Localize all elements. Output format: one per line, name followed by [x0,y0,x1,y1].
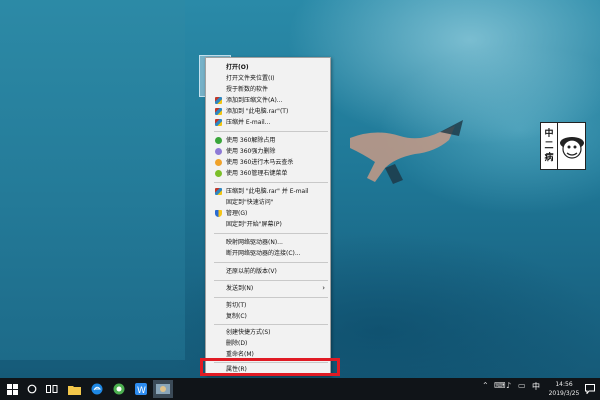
menu-item-create-shortcut[interactable]: 创建快捷方式(S) [206,327,330,338]
volume-icon[interactable]: ♪ [506,381,511,390]
menu-item-label: 删除(D) [226,340,248,347]
battery-icon[interactable]: ▭ [518,381,526,390]
rar-icon [215,97,222,104]
rar-icon [215,108,222,115]
menu-item-360-delete[interactable]: 使用 360强力删除 [206,146,330,157]
menu-item-label: 添加到 "此电脑.rar"(T) [226,108,289,115]
menu-separator [214,182,328,183]
menu-item-pin-start[interactable]: 固定到"开始"屏幕(P) [206,219,330,230]
edge-browser-icon[interactable] [89,381,105,397]
clock-date: 2019/3/25 [548,390,580,397]
shield-icon [215,210,222,217]
menu-item-label: 压缩并 E-mail... [226,119,271,126]
menu-item-360-manage[interactable]: 使用 360管理右键菜单 [206,168,330,179]
menu-item-label: 使用 360强力删除 [226,148,276,155]
menu-separator [214,233,328,234]
menu-item-label: 复制(C) [226,313,247,320]
menu-item-label: 发送到(N) [226,285,254,292]
menu-item-disconnect-drive[interactable]: 断开网络驱动器的连接(C)... [206,248,330,259]
menu-item-label: 使用 360解除占用 [226,137,276,144]
360-browser-icon[interactable] [111,381,127,397]
menu-separator [214,262,328,263]
menu-item-open-location[interactable]: 打开文件夹位置(I) [206,73,330,84]
wps-writer-icon[interactable]: W [133,381,149,397]
menu-item-label: 授于新数的软件 [226,86,269,93]
360-purple-icon [215,148,222,155]
menu-item-label: 创建快捷方式(S) [226,329,271,336]
menu-item-label: 打开(O) [226,64,249,71]
menu-item-add-archive[interactable]: 添加到压缩文件(A)... [206,95,330,106]
menu-item-label: 使用 360进行木马云查杀 [226,159,294,166]
search-circle-icon[interactable] [24,381,40,397]
menu-item-compress-rar-email[interactable]: 压缩到 "此电脑.rar" 并 E-mail [206,186,330,197]
file-explorer-icon[interactable] [66,381,82,397]
menu-item-label: 管理(G) [226,210,248,217]
menu-separator [214,280,328,281]
system-clock[interactable]: 14:56 2019/3/25 [546,380,582,398]
menu-item-grant-app[interactable]: 授于新数的软件 [206,84,330,95]
taskbar: W ⌃ ⌨ ♪ ▭ 中 14:56 2019/3/25 [0,378,600,400]
menu-item-pin-quick-access[interactable]: 固定到"快速访问" [206,197,330,208]
menu-item-manage[interactable]: 管理(G) [206,208,330,219]
windows-logo-icon[interactable] [4,381,20,397]
sticker-char: 中 [544,129,554,139]
menu-item-360-unlock[interactable]: 使用 360解除占用 [206,135,330,146]
app-thumbnail-icon[interactable] [153,380,173,398]
menu-item-label: 剪切(T) [226,302,247,309]
notification-icon[interactable] [582,381,598,397]
menu-item-label: 添加到压缩文件(A)... [226,97,283,104]
task-view-icon[interactable] [44,381,60,397]
desktop-panel [0,0,185,360]
menu-item-label: 映射网络驱动器(N)... [226,239,283,246]
360-orange-icon [215,159,222,166]
sticker-char: 病 [544,153,554,163]
chevron-right-icon: › [322,284,325,292]
cartoon-face-icon [559,137,584,159]
input-language[interactable]: 中 [532,381,540,392]
clock-time: 14:56 [555,381,573,388]
menu-item-label: 断开网络驱动器的连接(C)... [226,250,301,257]
sticker-image: 中 二 病 [540,122,586,170]
menu-item-label: 固定到"快速访问" [226,199,274,206]
menu-item-label: 压缩到 "此电脑.rar" 并 E-mail [226,188,309,195]
menu-item-cut[interactable]: 剪切(T) [206,300,330,311]
menu-item-360-scan[interactable]: 使用 360进行木马云查杀 [206,157,330,168]
menu-item-label: 打开文件夹位置(I) [226,75,275,82]
menu-item-delete[interactable]: 删除(D) [206,338,330,349]
menu-item-send-to[interactable]: 发送到(N) › [206,283,330,294]
rar-icon [215,188,222,195]
360-lime-icon [215,170,222,177]
menu-item-add-to-rar[interactable]: 添加到 "此电脑.rar"(T) [206,106,330,117]
diver-image [350,120,463,184]
highlight-box [200,358,340,376]
menu-item-compress-email[interactable]: 压缩并 E-mail... [206,117,330,128]
menu-item-restore-versions[interactable]: 还原以前的版本(V) [206,266,330,277]
menu-separator [214,131,328,132]
menu-item-label: 固定到"开始"屏幕(P) [226,221,282,228]
context-menu: 打开(O) 打开文件夹位置(I) 授于新数的软件 添加到压缩文件(A)... 添… [205,57,331,376]
menu-separator [214,324,328,325]
menu-item-open[interactable]: 打开(O) [206,62,330,73]
menu-separator [214,297,328,298]
menu-item-label: 使用 360管理右键菜单 [226,170,288,177]
keyboard-icon[interactable]: ⌨ [494,381,506,390]
menu-item-copy[interactable]: 复制(C) [206,311,330,322]
svg-text:W: W [137,386,146,395]
rar-icon [215,119,222,126]
sticker-char: 二 [544,141,554,151]
menu-item-map-drive[interactable]: 映射网络驱动器(N)... [206,237,330,248]
menu-item-label: 还原以前的版本(V) [226,268,277,275]
360-green-icon [215,137,222,144]
tray-chevron-icon[interactable]: ⌃ [482,381,489,390]
